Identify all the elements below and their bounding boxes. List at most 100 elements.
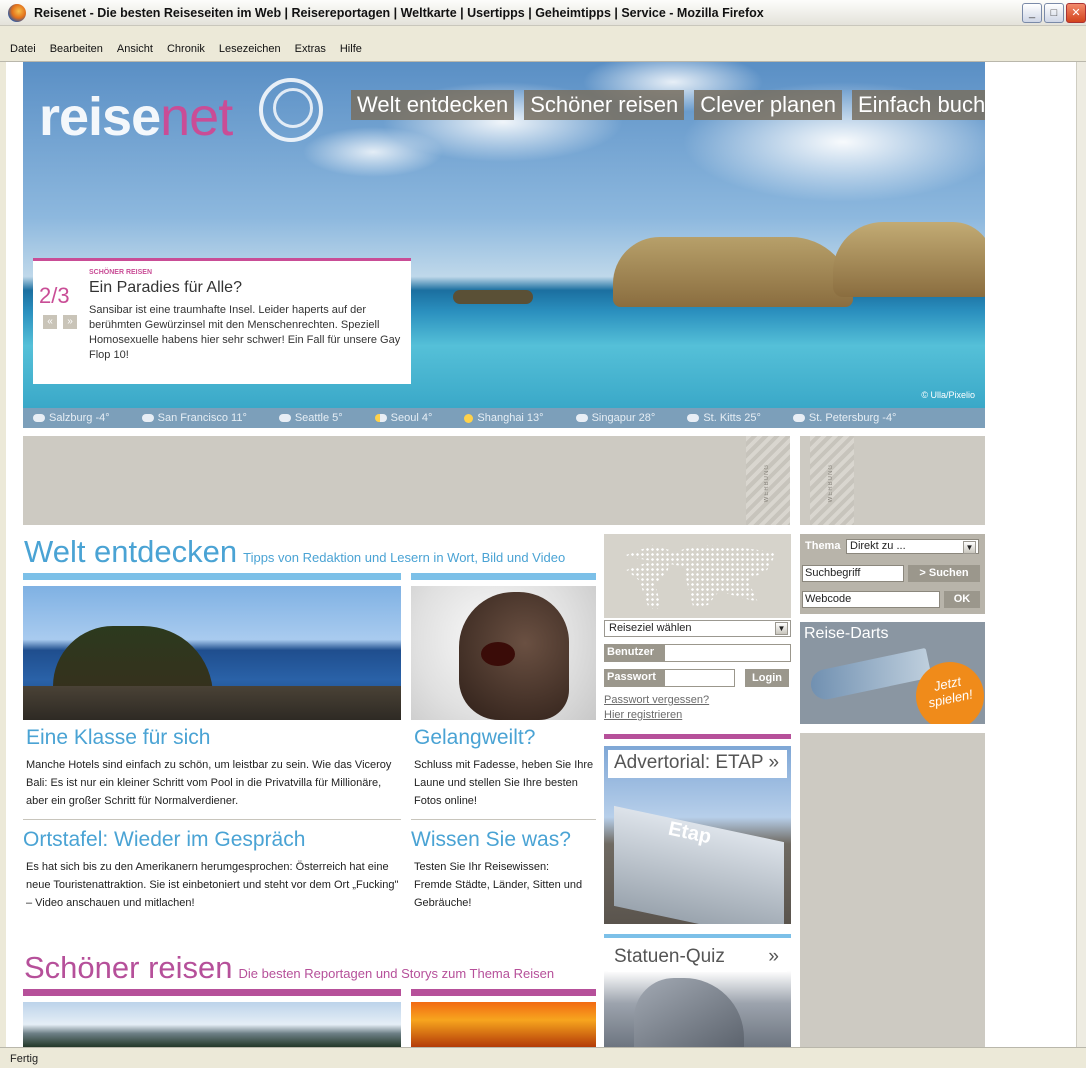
teaser-next-button[interactable]: » xyxy=(63,315,77,329)
quiz-title-text: Statuen-Quiz xyxy=(614,946,725,967)
ad-label: WERBUNG xyxy=(828,464,834,503)
register-link[interactable]: Hier registrieren xyxy=(604,709,682,721)
weather-ticker: Salzburg -4° San Francisco 11° Seattle 5… xyxy=(23,408,985,428)
reiseziel-select[interactable]: Reiseziel wählen ▼ xyxy=(604,620,791,637)
teaser-counter: 2/3 xyxy=(39,283,70,308)
article-image-yawn[interactable] xyxy=(411,586,596,720)
vertical-scrollbar[interactable] xyxy=(1076,62,1086,1047)
teaser-prev-button[interactable]: « xyxy=(43,315,57,329)
status-text: Fertig xyxy=(10,1053,39,1065)
advertorial-title[interactable]: Advertorial: ETAP » xyxy=(608,750,787,778)
weather-item[interactable]: St. Kitts 25° xyxy=(687,412,761,424)
article-text: Manche Hotels sind einfach zu schön, um … xyxy=(26,759,392,807)
temple-shore xyxy=(23,686,401,720)
divider xyxy=(23,819,401,820)
weather-label: Seoul 4° xyxy=(390,412,433,424)
passwort-input[interactable] xyxy=(664,669,735,687)
menu-datei[interactable]: Datei xyxy=(10,43,36,55)
statuen-quiz-teaser[interactable]: Statuen-Quiz » xyxy=(604,938,791,1047)
maximize-button[interactable]: □ xyxy=(1044,3,1064,23)
top-navigation: Welt entdecken Schöner reisen Clever pla… xyxy=(351,90,985,120)
logo-text-net: net xyxy=(160,87,233,147)
weather-item[interactable]: Seoul 4° xyxy=(374,412,433,424)
island-rock xyxy=(453,290,533,304)
logo-text-reise: reise xyxy=(39,87,161,147)
login-box: Reiseziel wählen ▼ Benutzer Passwort Logi… xyxy=(604,534,791,721)
search-button[interactable]: > Suchen xyxy=(908,565,980,582)
ad-banner-side[interactable]: WERBUNG xyxy=(800,436,985,525)
firefox-icon xyxy=(8,3,26,22)
right-column-ad xyxy=(800,733,985,1047)
weather-label: St. Petersburg -4° xyxy=(808,412,897,424)
yawning-mouth xyxy=(481,642,515,666)
weather-item[interactable]: Salzburg -4° xyxy=(33,412,110,424)
advertorial-etap[interactable]: Etap Advertorial: ETAP » xyxy=(604,746,791,924)
weather-item[interactable]: San Francisco 11° xyxy=(141,412,247,424)
nav-clever-planen[interactable]: Clever planen xyxy=(694,90,842,120)
weather-item[interactable]: Shanghai 13° xyxy=(464,412,544,424)
nav-einfach-buchen[interactable]: Einfach buchen xyxy=(851,90,985,120)
menu-chronik[interactable]: Chronik xyxy=(167,43,205,55)
cloud-icon xyxy=(33,414,45,422)
nav-welt-entdecken[interactable]: Welt entdecken xyxy=(351,90,515,120)
weather-label: San Francisco 11° xyxy=(157,412,247,424)
article-image-mountains[interactable] xyxy=(23,1002,401,1047)
weather-item[interactable]: Singapur 28° xyxy=(575,412,656,424)
login-button[interactable]: Login xyxy=(745,669,789,687)
article-title[interactable]: Ortstafel: Wieder im Gespräch xyxy=(23,828,305,852)
close-button[interactable]: ✕ xyxy=(1066,3,1086,23)
hero-image: reisenet Welt entdecken Schöner reisen C… xyxy=(23,62,985,408)
section-heading-welt-entdecken[interactable]: Welt entdecken Tipps von Redaktion und Le… xyxy=(24,534,565,570)
webcode-ok-button[interactable]: OK xyxy=(944,591,980,608)
minimize-button[interactable]: _ xyxy=(1022,3,1042,23)
weather-label: Salzburg -4° xyxy=(49,412,110,424)
world-map-dots xyxy=(623,545,777,609)
menu-bearbeiten[interactable]: Bearbeiten xyxy=(50,43,103,55)
weather-item[interactable]: St. Petersburg -4° xyxy=(792,412,897,424)
benutzer-label: Benutzer xyxy=(604,644,664,662)
article-title[interactable]: Eine Klasse für sich xyxy=(26,726,210,750)
search-input[interactable]: Suchbegriff xyxy=(802,565,904,582)
statue-image xyxy=(634,978,744,1047)
weather-item[interactable]: Seattle 5° xyxy=(278,412,343,424)
article-title[interactable]: Gelangweilt? xyxy=(414,726,535,750)
cloud-icon xyxy=(792,414,805,422)
teaser-title[interactable]: Ein Paradies für Alle? xyxy=(89,279,242,297)
menu-lesezeichen[interactable]: Lesezeichen xyxy=(219,43,281,55)
reise-darts-teaser[interactable]: Reise-Darts Jetzt spielen! xyxy=(800,622,985,724)
thema-label: Thema xyxy=(805,540,841,552)
nav-schoener-reisen[interactable]: Schöner reisen xyxy=(524,90,685,120)
menu-ansicht[interactable]: Ansicht xyxy=(117,43,153,55)
section-subtitle: Tipps von Redaktion und Lesern in Wort, … xyxy=(243,550,566,565)
menu-hilfe[interactable]: Hilfe xyxy=(340,43,362,55)
section-subtitle: Die besten Reportagen und Storys zum The… xyxy=(238,966,555,981)
weather-label: Shanghai 13° xyxy=(477,412,544,424)
benutzer-input[interactable] xyxy=(664,644,791,662)
world-map[interactable] xyxy=(604,534,791,618)
passwort-label: Passwort xyxy=(604,669,664,687)
weather-label: Singapur 28° xyxy=(591,412,656,424)
forgot-password-link[interactable]: Passwort vergessen? xyxy=(604,694,709,706)
menu-bar: Datei Bearbeiten Ansicht Chronik Lesezei… xyxy=(0,26,1086,62)
section-title: Welt entdecken xyxy=(24,534,238,569)
thema-select[interactable]: Direkt zu ... ▼ xyxy=(846,539,979,554)
article-image-temple[interactable] xyxy=(23,586,401,720)
cloud-icon xyxy=(575,414,588,422)
webcode-input[interactable]: Webcode xyxy=(802,591,940,608)
section-heading-schoener-reisen[interactable]: Schöner reisen Die besten Reportagen und … xyxy=(24,950,554,986)
ad-label-strip: WERBUNG xyxy=(810,436,854,525)
island-rock xyxy=(613,237,853,307)
article-text: Schluss mit Fadesse, heben Sie Ihre Laun… xyxy=(414,759,594,807)
photo-credit: © Ulla/Pixelio xyxy=(921,390,975,400)
menu-extras[interactable]: Extras xyxy=(295,43,326,55)
site-logo[interactable]: reisenet xyxy=(39,87,233,147)
section-bar xyxy=(23,573,401,580)
ad-banner[interactable]: WERBUNG xyxy=(23,436,790,525)
article-image-sunset[interactable] xyxy=(411,1002,596,1047)
quiz-title[interactable]: Statuen-Quiz » xyxy=(608,944,787,972)
reiseziel-value: Reiseziel wählen xyxy=(609,622,692,634)
article-title[interactable]: Wissen Sie was? xyxy=(411,828,571,852)
hero-teaser: SCHÖNER REISEN 2/3 « » Ein Paradies für … xyxy=(33,258,411,384)
sun-icon xyxy=(464,413,474,423)
chevron-down-icon: ▼ xyxy=(963,541,976,554)
